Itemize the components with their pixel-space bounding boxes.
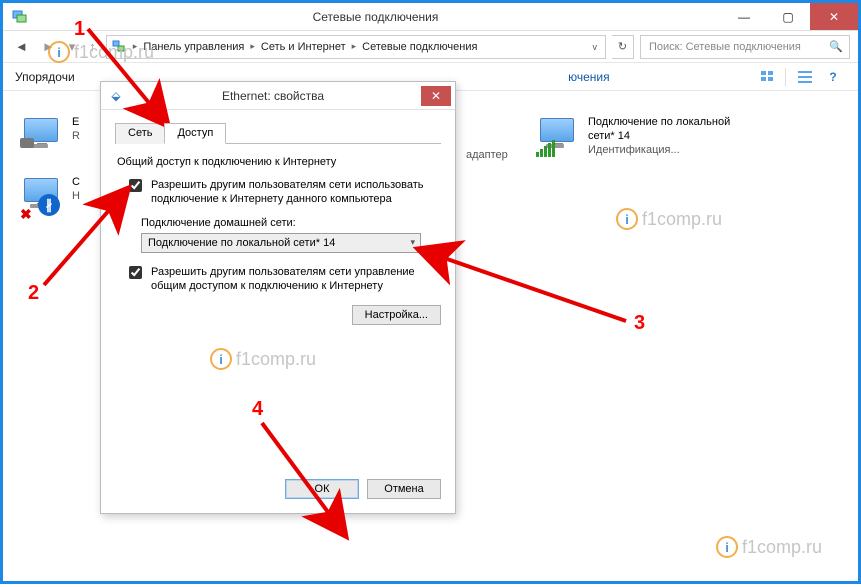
home-network-dropdown[interactable]: Подключение по локальной сети* 14 [141, 233, 421, 253]
item-title: Подключение по локальной [588, 116, 730, 130]
help-button[interactable]: ? [820, 66, 846, 88]
refresh-button[interactable]: ↻ [612, 35, 634, 59]
item-sub: Н [72, 190, 80, 204]
wifi-icon [536, 116, 580, 156]
breadcrumb-item[interactable]: Сетевые подключения [362, 41, 477, 53]
app-icon [11, 10, 29, 24]
organize-menu[interactable]: Упорядочи [15, 70, 75, 84]
tab-access[interactable]: Доступ [164, 123, 226, 144]
signal-bars-icon [536, 140, 555, 157]
toolbar-fragment-title: ючения [568, 70, 610, 84]
network-item-ethernet[interactable]: E R [20, 116, 80, 156]
dialog-title: Ethernet: свойства [125, 89, 421, 103]
disabled-x-icon: ✖ [20, 206, 32, 223]
search-field[interactable] [647, 40, 825, 54]
properties-dialog: ⬙ Ethernet: свойства ✕ Сеть Доступ Общий… [100, 81, 456, 514]
group-title: Общий доступ к подключению к Интернету [117, 156, 441, 168]
allow-others-checkbox[interactable] [129, 179, 142, 192]
view-details-button[interactable] [792, 66, 818, 88]
allow-control-checkbox-row[interactable]: Разрешить другим пользователям сети упра… [125, 265, 441, 294]
breadcrumb-item[interactable]: Панель управления [143, 41, 244, 53]
breadcrumb[interactable]: ▸ Панель управления ▸ Сеть и Интернет ▸ … [106, 35, 606, 59]
content-area: E R ✖ ∦ С Н адаптер Подключение по локал… [6, 96, 855, 578]
annotation-3: 3 [634, 312, 645, 334]
network-item-bluetooth[interactable]: ✖ ∦ С Н [20, 176, 80, 216]
window-close-button[interactable]: ✕ [810, 3, 858, 30]
settings-button[interactable]: Настройка... [352, 305, 441, 325]
search-icon: 🔍 [829, 40, 843, 53]
watermark: if1comp.ru [616, 208, 722, 230]
window-maximize-button[interactable]: ▢ [766, 3, 810, 30]
window-minimize-button[interactable]: — [722, 3, 766, 30]
ethernet-icon [20, 116, 64, 156]
cancel-button[interactable]: Отмена [367, 479, 441, 499]
window-title: Сетевые подключения [29, 10, 722, 24]
watermark: if1comp.ru [48, 41, 154, 63]
breadcrumb-dropdown[interactable]: v [589, 42, 602, 52]
home-network-value: Подключение по локальной сети* 14 [148, 237, 335, 249]
home-network-label: Подключение домашней сети: [141, 217, 441, 229]
bluetooth-icon: ✖ ∦ [20, 176, 64, 216]
item-title: С [72, 176, 80, 190]
partial-adapter-label: адаптер [466, 149, 508, 161]
item-status: Идентификация... [588, 144, 730, 158]
window-titlebar: Сетевые подключения — ▢ ✕ [3, 3, 858, 31]
network-item-lan[interactable]: Подключение по локальной сети* 14 Иденти… [536, 116, 730, 157]
bluetooth-badge-icon: ∦ [38, 194, 60, 216]
watermark: if1comp.ru [210, 348, 316, 370]
dialog-close-button[interactable]: ✕ [421, 86, 451, 106]
allow-others-checkbox-row[interactable]: Разрешить другим пользователям сети испо… [125, 178, 441, 207]
nav-back-button[interactable]: ◄ [11, 39, 32, 54]
dialog-icon: ⬙ [107, 89, 125, 103]
allow-others-label: Разрешить другим пользователям сети испо… [151, 178, 441, 207]
dialog-tabs: Сеть Доступ [115, 122, 441, 144]
item-title: E [72, 116, 80, 130]
item-sub: R [72, 130, 80, 144]
annotation-2: 2 [28, 282, 39, 304]
item-title-2: сети* 14 [588, 130, 730, 144]
search-input[interactable]: 🔍 [640, 35, 850, 59]
tab-network[interactable]: Сеть [115, 123, 165, 144]
dialog-titlebar[interactable]: ⬙ Ethernet: свойства ✕ [101, 82, 455, 110]
chevron-right-icon: ▸ [248, 41, 257, 52]
watermark: if1comp.ru [716, 536, 822, 558]
chevron-right-icon: ▸ [350, 41, 359, 52]
allow-control-label: Разрешить другим пользователям сети упра… [151, 265, 441, 294]
allow-control-checkbox[interactable] [129, 266, 142, 279]
view-icons-button[interactable] [755, 66, 781, 88]
breadcrumb-item[interactable]: Сеть и Интернет [261, 41, 346, 53]
ok-button[interactable]: ОК [285, 479, 359, 499]
